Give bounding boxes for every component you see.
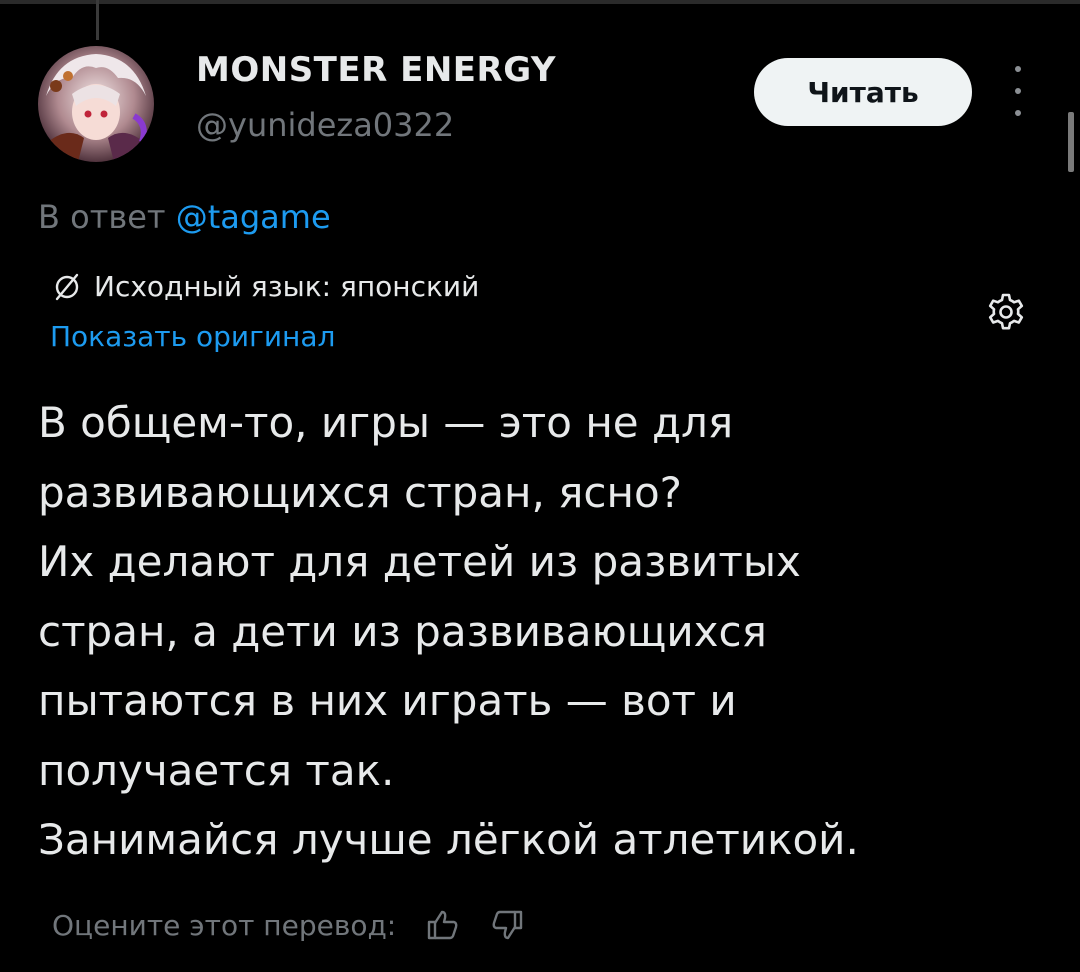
author-handle[interactable]: @yunideza0322	[196, 106, 454, 144]
rate-translation-label: Оцените этот перевод:	[52, 908, 397, 942]
top-divider	[0, 0, 1080, 4]
thumbs-up-icon[interactable]	[426, 908, 460, 942]
more-dot	[1015, 88, 1021, 94]
rate-translation: Оцените этот перевод:	[52, 908, 524, 942]
gear-icon[interactable]	[984, 290, 1028, 334]
source-language-label: Исходный язык: японский	[94, 270, 480, 303]
avatar[interactable]	[38, 46, 154, 162]
more-dot	[1015, 66, 1021, 72]
scrollbar-thumb[interactable]	[1068, 112, 1074, 172]
tweet-line: В общем-то, игры — это не для	[38, 398, 734, 447]
reply-context: В ответ @tagame	[38, 198, 331, 236]
more-dot	[1015, 110, 1021, 116]
translate-icon	[55, 273, 79, 300]
translation-info: Исходный язык: японский	[52, 270, 479, 303]
follow-button[interactable]: Читать	[754, 58, 972, 126]
more-vertical-icon[interactable]	[1000, 66, 1036, 116]
thread-connector-line	[96, 0, 99, 40]
reply-mention-link[interactable]: @tagame	[176, 198, 331, 236]
tweet-text: В общем-то, игры — это не для развивающи…	[38, 388, 1038, 875]
tweet-line: получается так.	[38, 745, 395, 795]
tweet-line: Их делают для детей из развитых	[38, 537, 801, 586]
tweet-line: Занимайся лучше лёгкой атлетикой.	[38, 815, 859, 864]
tweet-line: стран, а дети из развивающихся	[38, 606, 767, 656]
author-display-name[interactable]: MONSTER ENERGY	[196, 50, 556, 90]
tweet-line: пытаются в них играть — вот и	[38, 676, 737, 725]
thumbs-down-icon[interactable]	[490, 908, 524, 942]
show-original-link[interactable]: Показать оригинал	[50, 320, 335, 353]
tweet-line: развивающихся стран, ясно?	[38, 467, 682, 517]
reply-prefix: В ответ	[38, 198, 166, 236]
